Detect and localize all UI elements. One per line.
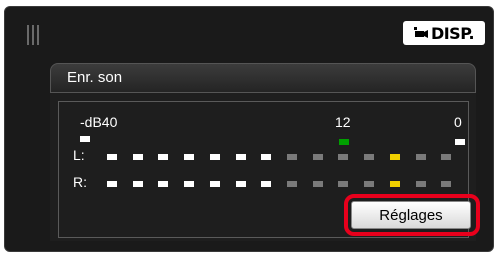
left-meter-segment	[184, 154, 195, 160]
left-meter-segment	[287, 154, 297, 160]
left-meter-segment	[158, 154, 169, 160]
scale-marker-12	[339, 139, 349, 145]
right-channel-label: R:	[73, 174, 87, 190]
right-meter-segment	[287, 181, 297, 187]
right-meter-segment	[158, 181, 169, 187]
right-meter-segment	[389, 181, 400, 187]
disp-button[interactable]: DISP.	[403, 21, 485, 45]
right-meter-segment	[184, 181, 195, 187]
left-channel-label: L:	[73, 147, 85, 163]
left-meter-segment	[338, 154, 349, 160]
right-meter-segment	[261, 181, 272, 187]
right-meter-segment	[415, 181, 426, 187]
section-header: Enr. son	[50, 63, 476, 93]
scale-marker-0	[455, 139, 465, 145]
right-meter-segment	[338, 181, 349, 187]
disp-label: DISP.	[430, 23, 475, 43]
right-meter-segment	[441, 181, 452, 187]
left-meter-segment	[132, 154, 143, 160]
left-meter-segment	[209, 154, 220, 160]
left-meter-segment	[389, 154, 400, 160]
left-meter-segment	[312, 154, 323, 160]
tick-label-0: 0	[454, 114, 462, 130]
left-meter-segment	[261, 154, 272, 160]
left-level-meter	[107, 154, 467, 160]
right-meter-segment	[132, 181, 143, 187]
left-meter-segment	[235, 154, 246, 160]
right-meter-segment	[209, 181, 220, 187]
right-meter-segment	[107, 181, 117, 187]
movie-camera-icon	[413, 27, 428, 38]
db-scale-label: -dB40	[80, 114, 118, 130]
left-meter-segment	[415, 154, 426, 160]
left-meter-segment	[107, 154, 117, 160]
right-meter-segment	[364, 181, 375, 187]
section-title: Enr. son	[67, 69, 123, 86]
left-meter-segment	[441, 154, 452, 160]
drag-handle-icon[interactable]	[27, 25, 40, 45]
settings-button[interactable]: Réglages	[351, 201, 471, 229]
right-meter-segment	[312, 181, 323, 187]
scale-marker-start	[80, 136, 90, 142]
right-level-meter	[107, 181, 467, 187]
left-meter-segment	[364, 154, 375, 160]
tick-label-12: 12	[335, 114, 351, 130]
right-meter-segment	[235, 181, 246, 187]
